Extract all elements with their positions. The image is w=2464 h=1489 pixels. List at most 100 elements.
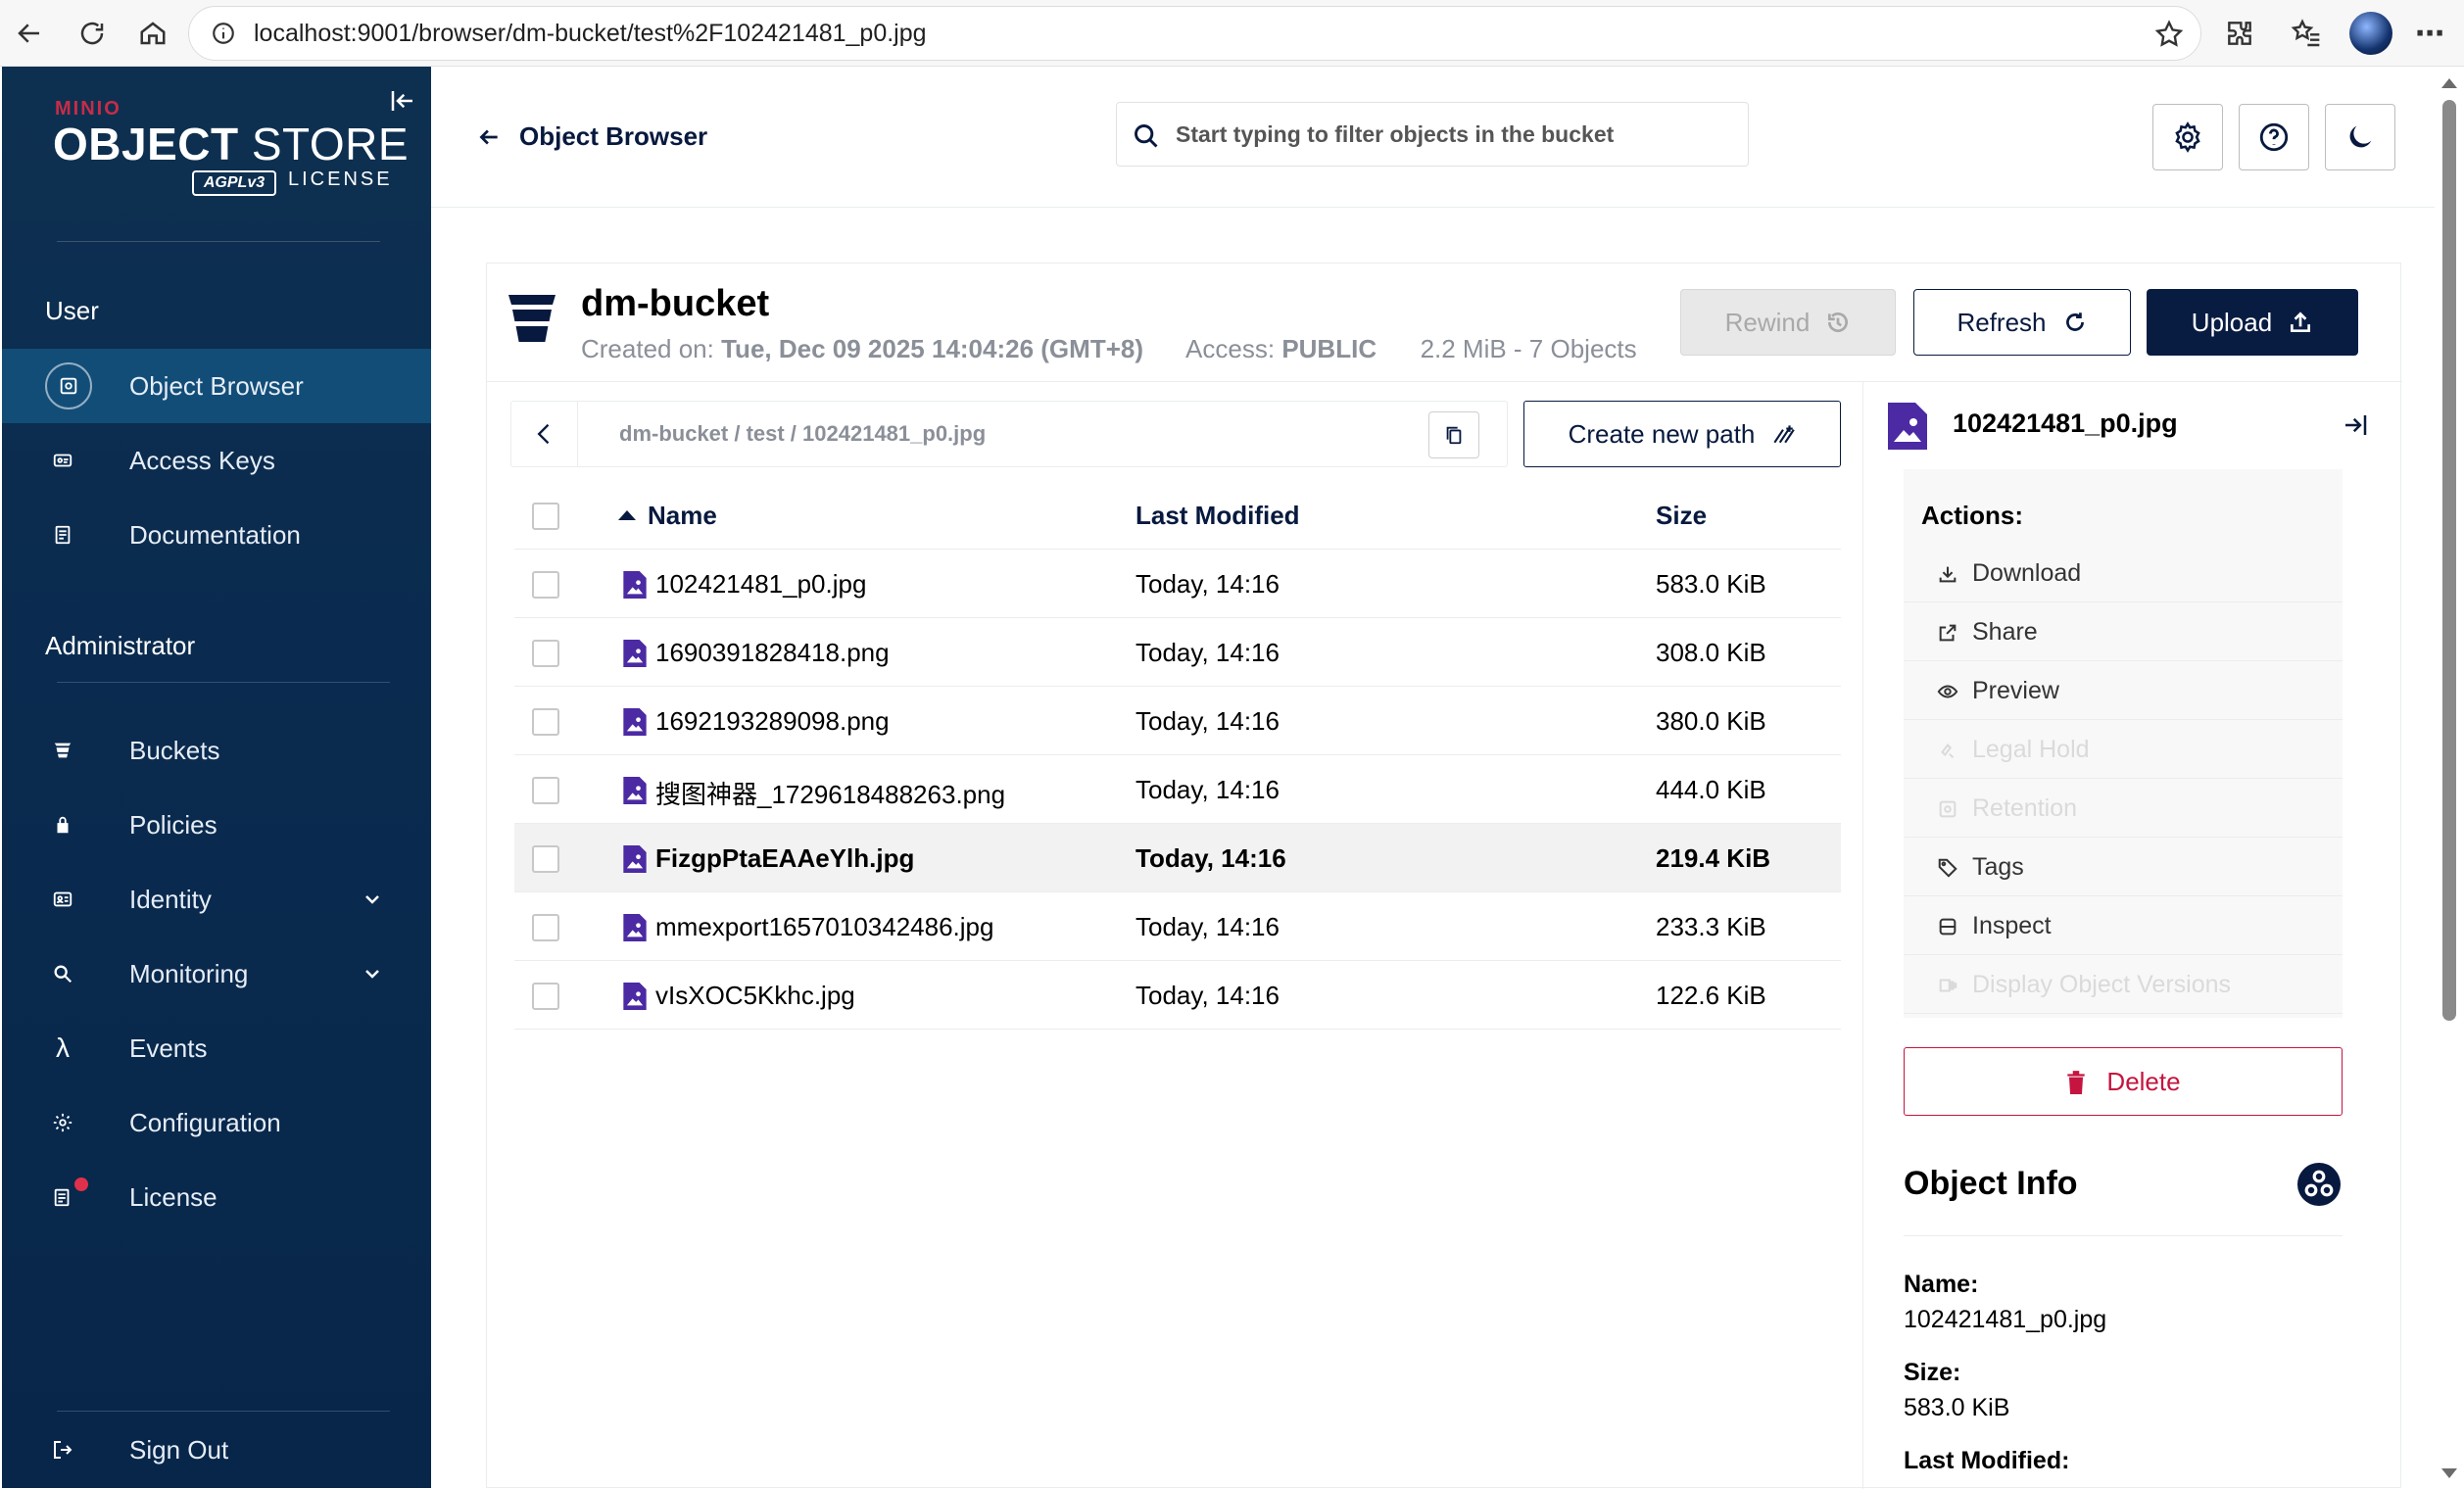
action-legal-hold: Legal Hold — [1904, 720, 2343, 779]
row-checkbox[interactable] — [532, 640, 559, 667]
action-tags[interactable]: Tags — [1904, 838, 2343, 896]
sign-out-button[interactable]: Sign Out — [2, 1413, 431, 1487]
sidebar-item-label: Events — [129, 1033, 208, 1063]
table-row[interactable]: 1692193289098.png Today, 14:16 380.0 KiB — [514, 687, 1841, 755]
identity-icon — [47, 884, 78, 915]
settings-button[interactable] — [2152, 104, 2223, 170]
breadcrumb-back-button[interactable] — [511, 402, 578, 466]
action-label: Share — [1972, 618, 2038, 646]
rewind-button[interactable]: Rewind — [1680, 289, 1896, 356]
copy-path-button[interactable] — [1428, 411, 1479, 458]
browser-home-button[interactable] — [125, 6, 180, 61]
sidebar-item-buckets[interactable]: Buckets — [2, 713, 431, 788]
file-name: FizgpPtaEAAeYlh.jpg — [655, 843, 915, 873]
scroll-thumb[interactable] — [2442, 100, 2456, 1021]
sidebar-item-documentation[interactable]: Documentation — [2, 498, 431, 572]
page-scrollbar[interactable] — [2435, 67, 2464, 1488]
refresh-button[interactable]: Refresh — [1913, 289, 2131, 356]
configuration-icon — [47, 1107, 78, 1138]
sidebar-item-access-keys[interactable]: Access Keys — [2, 423, 431, 498]
sidebar-item-policies[interactable]: Policies — [2, 788, 431, 862]
dark-mode-toggle[interactable] — [2325, 104, 2395, 170]
action-inspect[interactable]: Inspect — [1904, 896, 2343, 955]
search-input[interactable] — [1176, 113, 1734, 156]
chevron-down-icon[interactable] — [361, 888, 384, 911]
action-label: Download — [1972, 559, 2082, 587]
scroll-down-icon[interactable] — [2441, 1468, 2457, 1478]
table-row[interactable]: 102421481_p0.jpg Today, 14:16 583.0 KiB — [514, 550, 1841, 618]
select-all-checkbox[interactable] — [532, 503, 559, 530]
column-size[interactable]: Size — [1656, 501, 1707, 531]
sidebar-item-configuration[interactable]: Configuration — [2, 1085, 431, 1160]
sidebar-item-label: Object Browser — [129, 370, 304, 401]
info-icon — [213, 23, 234, 44]
action-share[interactable]: Share — [1904, 602, 2343, 661]
action-label: Inspect — [1972, 912, 2052, 939]
sidebar-item-events[interactable]: λ Events — [2, 1011, 431, 1085]
favorite-star-icon[interactable] — [2153, 19, 2185, 50]
column-last-modified[interactable]: Last Modified — [1135, 501, 1300, 531]
row-checkbox[interactable] — [532, 777, 559, 804]
lambda-icon: λ — [56, 1033, 70, 1063]
table-row[interactable]: 搜图神器_1729618488263.png Today, 14:16 444.0 … — [514, 755, 1841, 824]
profile-avatar[interactable] — [2349, 12, 2392, 55]
scroll-up-icon[interactable] — [2441, 78, 2457, 88]
row-checkbox[interactable] — [532, 845, 559, 873]
create-new-path-label: Create new path — [1568, 418, 1756, 449]
table-body: 102421481_p0.jpg Today, 14:16 583.0 KiB 169… — [514, 550, 1841, 1030]
help-button[interactable] — [2239, 104, 2309, 170]
moon-icon — [2349, 125, 2372, 148]
new-path-icon — [1773, 425, 1796, 444]
chevron-down-icon[interactable] — [361, 962, 384, 985]
sidebar-item-identity[interactable]: Identity — [2, 862, 431, 937]
create-new-path-button[interactable]: Create new path — [1523, 401, 1841, 467]
row-checkbox[interactable] — [532, 708, 559, 736]
sidebar-item-license[interactable]: License — [2, 1160, 431, 1234]
collapse-sidebar-icon[interactable] — [388, 86, 417, 116]
table-row[interactable]: FizgpPtaEAAeYlh.jpg Today, 14:16 219.4 KiB — [514, 824, 1841, 892]
file-size: 233.3 KiB — [1656, 912, 1766, 941]
action-label: Legal Hold — [1972, 736, 2090, 763]
back-to-object-browser-link[interactable]: Object Browser — [476, 121, 707, 152]
row-checkbox[interactable] — [532, 983, 559, 1010]
sidebar-item-object-browser[interactable]: Object Browser — [2, 349, 431, 423]
browser-menu-button[interactable]: ⋯ — [2410, 14, 2449, 53]
table-row[interactable]: vIsXOC5Kkhc.jpg Today, 14:16 122.6 KiB — [514, 961, 1841, 1030]
eye-icon — [1937, 685, 1958, 698]
address-bar[interactable]: localhost:9001/browser/dm-bucket/test%2F… — [188, 6, 2201, 61]
action-label: Display Object Versions — [1972, 971, 2232, 998]
extensions-button[interactable] — [2220, 14, 2259, 53]
sidebar-item-monitoring[interactable]: Monitoring — [2, 937, 431, 1011]
action-download[interactable]: Download — [1904, 544, 2343, 602]
sidebar-item-label: Policies — [129, 809, 217, 840]
table-row[interactable]: mmexport1657010342486.jpg Today, 14:16 233… — [514, 892, 1841, 961]
back-link-label: Object Browser — [519, 121, 708, 151]
table-row[interactable]: 1690391828418.png Today, 14:16 308.0 KiB — [514, 618, 1841, 687]
file-size: 308.0 KiB — [1656, 638, 1766, 667]
breadcrumb-path[interactable]: dm-bucket / test / 102421481_p0.jpg — [619, 421, 986, 447]
versions-icon — [1939, 979, 1957, 992]
refresh-icon — [2065, 312, 2084, 331]
info-modified-label: Last Modified: — [1904, 1447, 2070, 1474]
detail-divider — [1862, 381, 1863, 1489]
sidebar-section-administrator: Administrator — [45, 631, 196, 660]
favorites-button[interactable] — [2287, 14, 2326, 53]
info-divider — [1904, 1235, 2343, 1236]
bucket-icon — [508, 295, 556, 342]
object-info-icon[interactable] — [2295, 1161, 2343, 1208]
browser-back-button[interactable] — [2, 6, 57, 61]
upload-button[interactable]: Upload — [2147, 289, 2358, 356]
image-file-icon — [623, 983, 647, 1010]
browser-reload-button[interactable] — [65, 6, 120, 61]
delete-button[interactable]: Delete — [1904, 1047, 2343, 1116]
action-preview[interactable]: Preview — [1904, 661, 2343, 720]
column-name[interactable]: Name — [648, 501, 717, 531]
sidebar-item-label: Buckets — [129, 735, 220, 765]
bucket-name: dm-bucket — [581, 283, 770, 324]
row-checkbox[interactable] — [532, 914, 559, 941]
upload-icon — [2291, 312, 2311, 333]
row-checkbox[interactable] — [532, 571, 559, 599]
close-panel-icon[interactable] — [2341, 410, 2370, 440]
buckets-icon — [47, 735, 78, 766]
image-file-icon — [1888, 403, 1927, 450]
